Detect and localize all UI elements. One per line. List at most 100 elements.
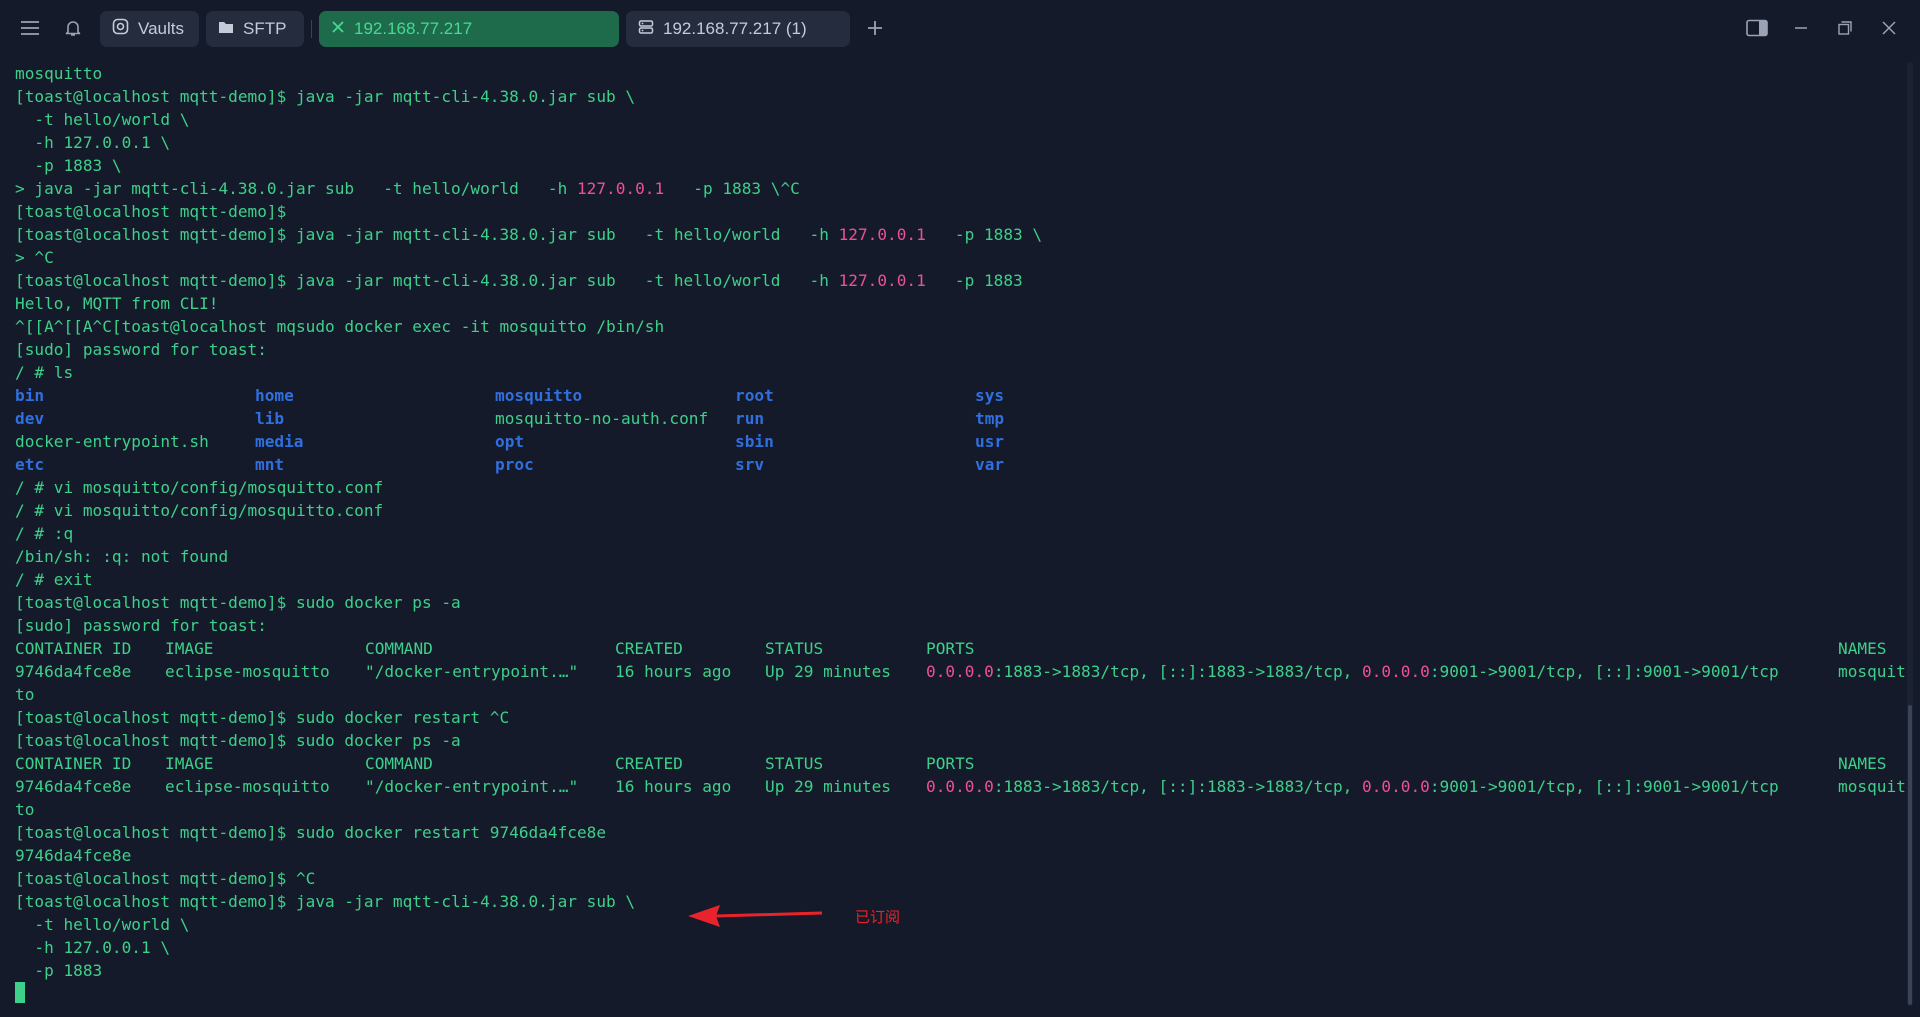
bell-icon[interactable]	[57, 13, 89, 43]
terminal-line: CONTAINER ID IMAGE COMMAND CREATED STATUS POR…	[15, 637, 1906, 660]
table-cell: STATUS	[765, 639, 824, 658]
highlighted-text: 127.0.0.1	[838, 225, 926, 244]
vault-icon	[112, 18, 129, 40]
table-cell: IMAGE	[165, 639, 214, 658]
directory-entry: sys	[975, 386, 1005, 405]
highlighted-text: 0.0.0.0	[1362, 777, 1430, 796]
terminal-line: to	[15, 800, 35, 819]
table-cell: 9746da4fce8e	[15, 662, 132, 681]
tab-label: 192.168.77.217	[354, 19, 473, 38]
table-cell: STATUS	[765, 754, 824, 773]
highlighted-text: 0.0.0.0	[1362, 662, 1430, 681]
terminal-line: -h 127.0.0.1 \	[15, 938, 171, 957]
terminal-output[interactable]: mosquitto [toast@localhost mqtt-demo]$ ja…	[0, 58, 1906, 1017]
terminal-line: / # ls	[15, 363, 74, 382]
directory-entry: media	[255, 432, 304, 451]
table-cell: Up 29 minutes	[765, 662, 891, 681]
directory-entry: root	[735, 386, 774, 405]
highlighted-text: 0.0.0.0	[926, 662, 994, 681]
minimize-icon[interactable]	[1786, 13, 1816, 43]
table-cell: "/docker-entrypoint.…"	[365, 777, 579, 796]
terminal-line: [sudo] password for toast:	[15, 340, 267, 359]
terminal-line: [toast@localhost mqtt-demo]$	[15, 202, 287, 221]
table-cell: eclipse-mosquitto	[165, 662, 330, 681]
directory-entry: usr	[975, 432, 1005, 451]
plus-icon[interactable]	[860, 13, 890, 43]
close-window-icon[interactable]	[1874, 13, 1904, 43]
tab-sftp[interactable]: SFTP	[206, 11, 304, 47]
directory-entry: run	[735, 409, 765, 428]
restore-icon[interactable]	[1830, 13, 1860, 43]
terminal-lines: mosquitto [toast@localhost mqtt-demo]$ ja…	[15, 62, 1906, 1005]
directory-entry: tmp	[975, 409, 1005, 428]
terminal-line: [toast@localhost mqtt-demo]$ java -jar m…	[15, 892, 636, 911]
directory-entry: srv	[735, 455, 765, 474]
directory-entry: dev	[15, 409, 45, 428]
folder-icon	[218, 19, 234, 39]
table-cell: CREATED	[615, 754, 683, 773]
directory-entry: etc	[15, 455, 45, 474]
terminal-line: 9746da4fce8e	[15, 846, 132, 865]
terminal-line: [toast@localhost mqtt-demo]$ sudo docker…	[15, 708, 510, 727]
terminal-line: -t hello/world \	[15, 110, 190, 129]
table-cell: PORTS	[926, 639, 975, 658]
terminal-line: to	[15, 685, 35, 704]
tab-host-second[interactable]: 192.168.77.217 (1)	[626, 11, 850, 47]
close-icon[interactable]	[331, 19, 345, 39]
terminal-line: / # vi mosquitto/config/mosquitto.conf	[15, 478, 384, 497]
directory-entry: bin	[15, 386, 45, 405]
terminal-line: > ^C	[15, 248, 54, 267]
terminal-line: Hello, MQTT from CLI!	[15, 294, 219, 313]
file-entry: mosquitto-no-auth.conf	[495, 409, 709, 428]
tab-label: 192.168.77.217 (1)	[663, 19, 807, 38]
terminal-line: [toast@localhost mqtt-demo]$ sudo docker…	[15, 823, 607, 842]
tab-vaults[interactable]: Vaults	[100, 11, 199, 47]
terminal-line: / # :q	[15, 524, 74, 543]
terminal-line: -p 1883	[15, 961, 103, 980]
directory-entry: home	[255, 386, 294, 405]
highlighted-text: 0.0.0.0	[926, 777, 994, 796]
terminal-line: CONTAINER ID IMAGE COMMAND CREATED STATUS POR…	[15, 752, 1906, 775]
highlighted-text: 127.0.0.1	[838, 271, 926, 290]
terminal-line: -p 1883 \	[15, 156, 122, 175]
terminal-line: 9746da4fce8e eclipse-mosquitto "/docker-en…	[15, 775, 1906, 798]
table-cell: 16 hours ago	[615, 662, 732, 681]
terminal-line: etc mnt proc srv var	[15, 453, 1906, 476]
table-cell: "/docker-entrypoint.…"	[365, 662, 579, 681]
table-cell: mosquit	[1838, 662, 1906, 681]
terminal-line: mosquitto	[15, 64, 103, 83]
table-cell: COMMAND	[365, 754, 433, 773]
table-cell: NAMES	[1838, 754, 1887, 773]
terminal-line: -t hello/world \	[15, 915, 190, 934]
terminal-line: [toast@localhost mqtt-demo]$ java -jar m…	[15, 225, 1043, 244]
directory-entry: proc	[495, 455, 534, 474]
table-cell: COMMAND	[365, 639, 433, 658]
highlighted-text: 127.0.0.1	[576, 179, 665, 198]
table-cell: NAMES	[1838, 639, 1887, 658]
menu-icon[interactable]	[14, 13, 46, 43]
terminal-line: / # exit	[15, 570, 93, 589]
table-cell: 9746da4fce8e	[15, 777, 132, 796]
table-cell: 0.0.0.0:1883->1883/tcp, [::]:1883->1883/…	[926, 777, 1779, 796]
table-cell: IMAGE	[165, 754, 214, 773]
terminal-line: [toast@localhost mqtt-demo]$ ^C	[15, 869, 316, 888]
annotation-label: 已订阅	[855, 908, 901, 926]
table-cell: 0.0.0.0:1883->1883/tcp, [::]:1883->1883/…	[926, 662, 1779, 681]
terminal-line	[15, 982, 1906, 1005]
directory-entry: opt	[495, 432, 525, 451]
split-view-icon[interactable]	[1742, 13, 1772, 43]
terminal-line: bin home mosquitto root sys	[15, 384, 1906, 407]
terminal-line: docker-entrypoint.sh media opt sbin usr	[15, 430, 1906, 453]
tab-divider	[311, 20, 312, 38]
table-cell: CONTAINER ID	[15, 754, 132, 773]
scrollbar-thumb[interactable]	[1908, 705, 1912, 1005]
text-cursor	[15, 982, 25, 1003]
terminal-line: [toast@localhost mqtt-demo]$ sudo docker…	[15, 731, 461, 750]
table-cell: CREATED	[615, 639, 683, 658]
tab-host-active[interactable]: 192.168.77.217	[319, 11, 619, 47]
terminal-line: ^[[A^[[A^C[toast@localhost mqsudo docker…	[15, 317, 665, 336]
title-bar: Vaults SFTP 192.168.77.217 192.168.77.21…	[0, 0, 1920, 58]
directory-entry: mnt	[255, 455, 285, 474]
terminal-line: [toast@localhost mqtt-demo]$ java -jar m…	[15, 271, 1023, 290]
terminal-line: 9746da4fce8e eclipse-mosquitto "/docker-en…	[15, 660, 1906, 683]
